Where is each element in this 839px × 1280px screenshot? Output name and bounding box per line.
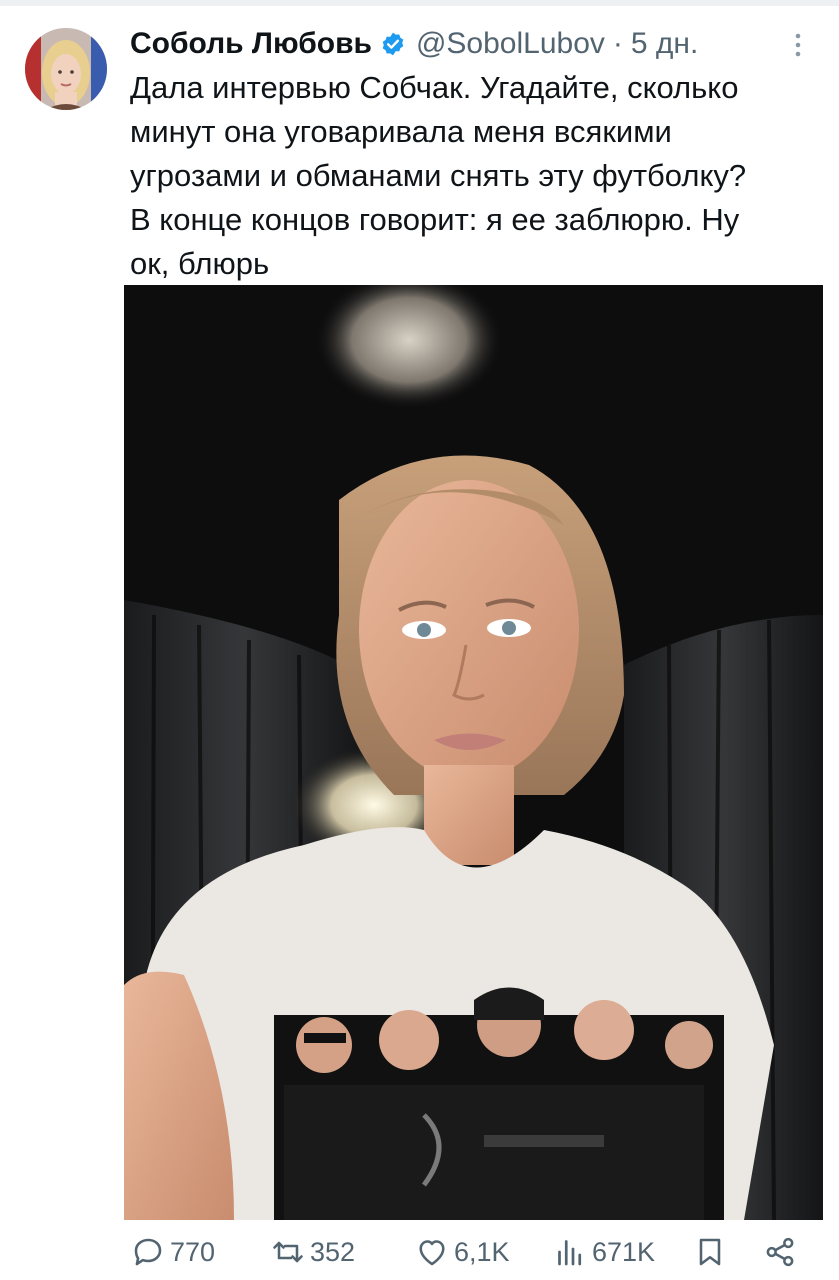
author-display-name[interactable]: Соболь Любовь (130, 27, 372, 61)
like-icon (414, 1234, 450, 1270)
verified-badge-icon (380, 31, 406, 57)
bookmark-button[interactable] (692, 1228, 728, 1276)
views-button[interactable]: 671K (552, 1228, 655, 1276)
like-button[interactable]: 6,1K (414, 1228, 510, 1276)
tweet-photo[interactable] (124, 285, 823, 1220)
retweet-button[interactable]: 352 (270, 1228, 355, 1276)
more-options-icon[interactable] (786, 30, 810, 60)
retweet-count: 352 (310, 1236, 356, 1267)
reply-button[interactable]: 770 (130, 1228, 215, 1276)
author-handle[interactable]: @SobolLubov (416, 27, 605, 61)
tweet-actions: 770 352 6,1K 671K (130, 1228, 810, 1276)
tweet[interactable]: Соболь Любовь @SobolLubov · 5 дн. Дала и… (0, 0, 839, 1280)
like-count: 6,1K (454, 1236, 510, 1267)
views-icon (552, 1234, 588, 1270)
retweet-icon (270, 1234, 306, 1270)
tweet-timestamp[interactable]: 5 дн. (631, 27, 698, 61)
bookmark-icon (692, 1234, 728, 1270)
share-button[interactable] (762, 1228, 798, 1276)
avatar[interactable] (25, 28, 107, 110)
top-divider (0, 0, 839, 6)
tweet-text: Дала интервью Собчак. Угадайте, сколько … (130, 70, 747, 281)
share-icon (762, 1234, 798, 1270)
reply-count: 770 (170, 1236, 216, 1267)
tweet-header: Соболь Любовь @SobolLubov · 5 дн. (130, 22, 698, 66)
header-separator: · (612, 27, 623, 60)
views-count: 671K (592, 1236, 656, 1267)
reply-icon (130, 1234, 166, 1270)
